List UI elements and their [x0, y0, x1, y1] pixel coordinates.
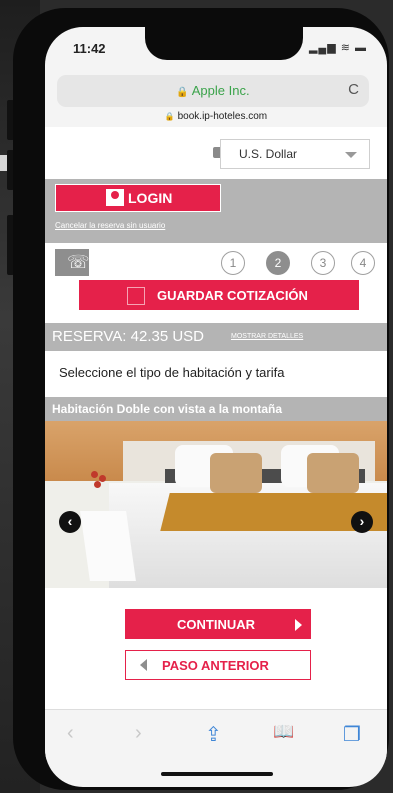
continue-label: CONTINUAR [177, 617, 255, 632]
previous-step-button[interactable]: PASO ANTERIOR [125, 650, 311, 680]
site-title-text: Apple Inc. [191, 83, 250, 98]
home-indicator [161, 772, 273, 776]
show-details-link[interactable]: MOSTRAR DETALLES [231, 333, 303, 340]
forward-icon[interactable]: › [135, 722, 142, 745]
notch [145, 27, 303, 60]
login-label: LOGIN [128, 190, 173, 206]
reservation-bar: RESERVA: 42.35 USD MOSTRAR DETALLES [45, 323, 387, 351]
carousel-next-button[interactable]: › [351, 511, 373, 533]
page-content: U.S. Dollar LOGIN Cancelar la reserva si… [45, 127, 387, 709]
user-icon [106, 189, 124, 206]
reload-icon[interactable]: C [348, 81, 359, 98]
phone-contact-button[interactable]: ☏ [55, 249, 90, 276]
cancel-reservation-link[interactable]: Cancelar la reserva sin usuario [55, 221, 165, 230]
phone-frame: 11:42 ▂▄▆ ≋ ▬ 🔒 Apple Inc. C 🔒 book.ip-h… [13, 8, 389, 790]
room-header: Habitación Doble con vista a la montaña [45, 397, 387, 421]
url-domain: book.ip-hoteles.com [177, 111, 268, 122]
room-title: Habitación Doble con vista a la montaña [52, 402, 283, 416]
step-2[interactable]: 2 [266, 251, 290, 275]
browser-toolbar: ‹ › ⇪ 📖 ❐ [45, 709, 387, 760]
chevron-down-icon [345, 152, 357, 158]
step-3[interactable]: 3 [311, 251, 335, 275]
previous-step-label: PASO ANTERIOR [162, 658, 269, 673]
login-button[interactable]: LOGIN [55, 184, 221, 212]
site-title: 🔒 Apple Inc. [57, 83, 369, 98]
step-4[interactable]: 4 [351, 251, 375, 275]
currency-row: U.S. Dollar [45, 127, 387, 179]
continue-button[interactable]: CONTINUAR [125, 609, 311, 639]
login-block: LOGIN Cancelar la reserva sin usuario [45, 179, 387, 243]
back-icon[interactable]: ‹ [67, 722, 74, 745]
lock-icon: 🔒 [164, 112, 175, 121]
tabs-icon[interactable]: ❐ [343, 722, 361, 747]
currency-value: U.S. Dollar [239, 147, 298, 161]
instruction-text: Seleccione el tipo de habitación y tarif… [59, 365, 285, 380]
address-bar[interactable]: 🔒 Apple Inc. C [57, 75, 369, 107]
photo-pillow [210, 453, 262, 493]
save-quote-icon [127, 287, 145, 305]
photo-pillow [307, 453, 359, 493]
bookmarks-icon[interactable]: 📖 [273, 722, 294, 742]
phone-icon: ☏ [67, 252, 90, 272]
status-time: 11:42 [73, 41, 106, 56]
step-1[interactable]: 1 [221, 251, 245, 275]
status-icons: ▂▄▆ ≋ ▬ [308, 42, 367, 54]
steps-row: ☏ 1 2 3 4 [45, 243, 387, 277]
arrow-left-icon [140, 659, 147, 671]
photo-nightstand [80, 511, 136, 581]
phone-screen: 11:42 ▂▄▆ ≋ ▬ 🔒 Apple Inc. C 🔒 book.ip-h… [45, 27, 387, 787]
lock-icon: 🔒 [176, 87, 189, 98]
share-icon[interactable]: ⇪ [205, 722, 222, 747]
photo-flowers [91, 471, 109, 501]
arrow-right-icon [295, 619, 302, 631]
url-text: 🔒 book.ip-hoteles.com [45, 111, 387, 122]
save-quote-label: GUARDAR COTIZACIÓN [157, 288, 308, 303]
save-quote-button[interactable]: GUARDAR COTIZACIÓN [79, 280, 359, 310]
carousel-prev-button[interactable]: ‹ [59, 511, 81, 533]
reservation-total: RESERVA: 42.35 USD [52, 328, 205, 345]
room-photo: ‹ › [45, 421, 387, 588]
currency-select[interactable]: U.S. Dollar [220, 139, 370, 169]
